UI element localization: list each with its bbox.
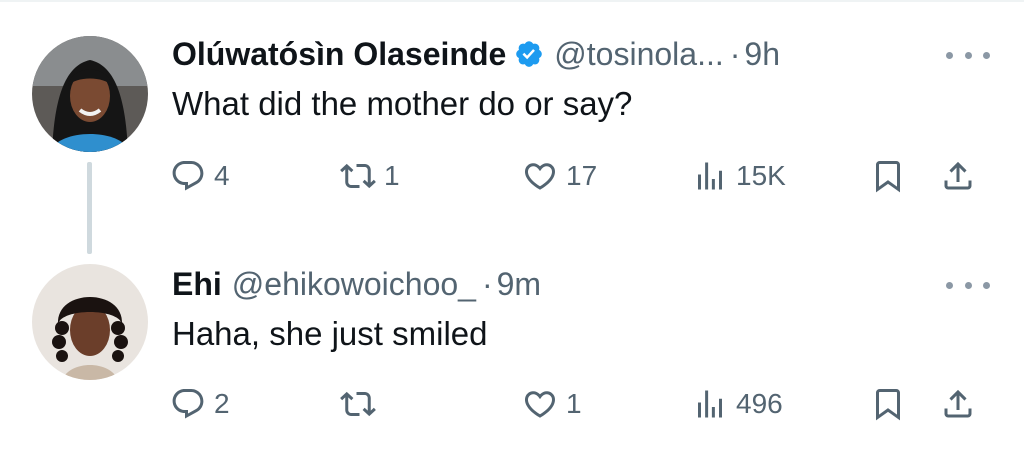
more-icon[interactable] — [946, 48, 990, 62]
timestamp[interactable]: 9m — [497, 264, 541, 304]
views-count: 15K — [736, 160, 786, 191]
separator-dot: · — [481, 266, 493, 302]
share-button[interactable] — [940, 154, 976, 198]
timestamp[interactable]: 9h — [744, 34, 780, 74]
bookmark-icon — [876, 389, 900, 421]
separator-dot: · — [729, 36, 741, 72]
bookmark-button[interactable] — [870, 382, 906, 426]
like-icon — [524, 163, 556, 190]
repost-button[interactable]: 1 — [340, 154, 400, 198]
tweet-header: Ehi @ehikowoichoo_ · 9m — [172, 264, 541, 304]
views-button[interactable]: 15K — [692, 154, 786, 198]
tweet-text: Haha, she just smiled — [172, 315, 488, 352]
author-name[interactable]: Olúwatósìn Olaseinde — [172, 34, 506, 74]
tweet-text: What did the mother do or say? — [172, 85, 633, 122]
share-icon — [944, 389, 972, 418]
reply-button[interactable]: 4 — [170, 154, 230, 198]
more-icon[interactable] — [946, 278, 990, 292]
repost-button[interactable] — [340, 382, 384, 426]
author-handle[interactable]: @tosinola... — [554, 34, 723, 74]
like-count: 17 — [566, 160, 598, 191]
reply-icon — [172, 161, 204, 191]
like-button[interactable]: 17 — [522, 154, 597, 198]
action-bar: 4 1 17 15K — [0, 154, 1024, 198]
author-name[interactable]: Ehi — [172, 264, 222, 304]
tweet[interactable]: Olúwatósìn Olaseinde @tosinola... · 9h W… — [0, 0, 1024, 254]
action-bar: 2 1 496 — [0, 382, 1024, 426]
reply-count: 2 — [214, 388, 230, 419]
like-icon — [524, 391, 556, 418]
views-button[interactable]: 496 — [692, 382, 783, 426]
reply-icon — [172, 389, 204, 419]
author-handle[interactable]: @ehikowoichoo_ — [232, 264, 476, 304]
views-count: 496 — [736, 388, 783, 419]
reply-count: 4 — [214, 160, 230, 191]
repost-icon — [340, 391, 376, 417]
verified-badge-icon — [514, 39, 544, 69]
share-button[interactable] — [940, 382, 976, 426]
repost-count: 1 — [384, 160, 400, 191]
like-button[interactable]: 1 — [522, 382, 582, 426]
bookmark-icon — [876, 161, 900, 193]
views-icon — [698, 162, 722, 190]
share-icon — [944, 161, 972, 190]
repost-icon — [340, 163, 376, 189]
views-icon — [698, 390, 722, 418]
avatar[interactable] — [32, 264, 148, 380]
reply-button[interactable]: 2 — [170, 382, 230, 426]
tweet[interactable]: Ehi @ehikowoichoo_ · 9m Haha, she just s… — [0, 250, 1024, 450]
tweet-header: Olúwatósìn Olaseinde @tosinola... · 9h — [172, 34, 780, 74]
bookmark-button[interactable] — [870, 154, 906, 198]
like-count: 1 — [566, 388, 582, 419]
avatar[interactable] — [32, 36, 148, 152]
